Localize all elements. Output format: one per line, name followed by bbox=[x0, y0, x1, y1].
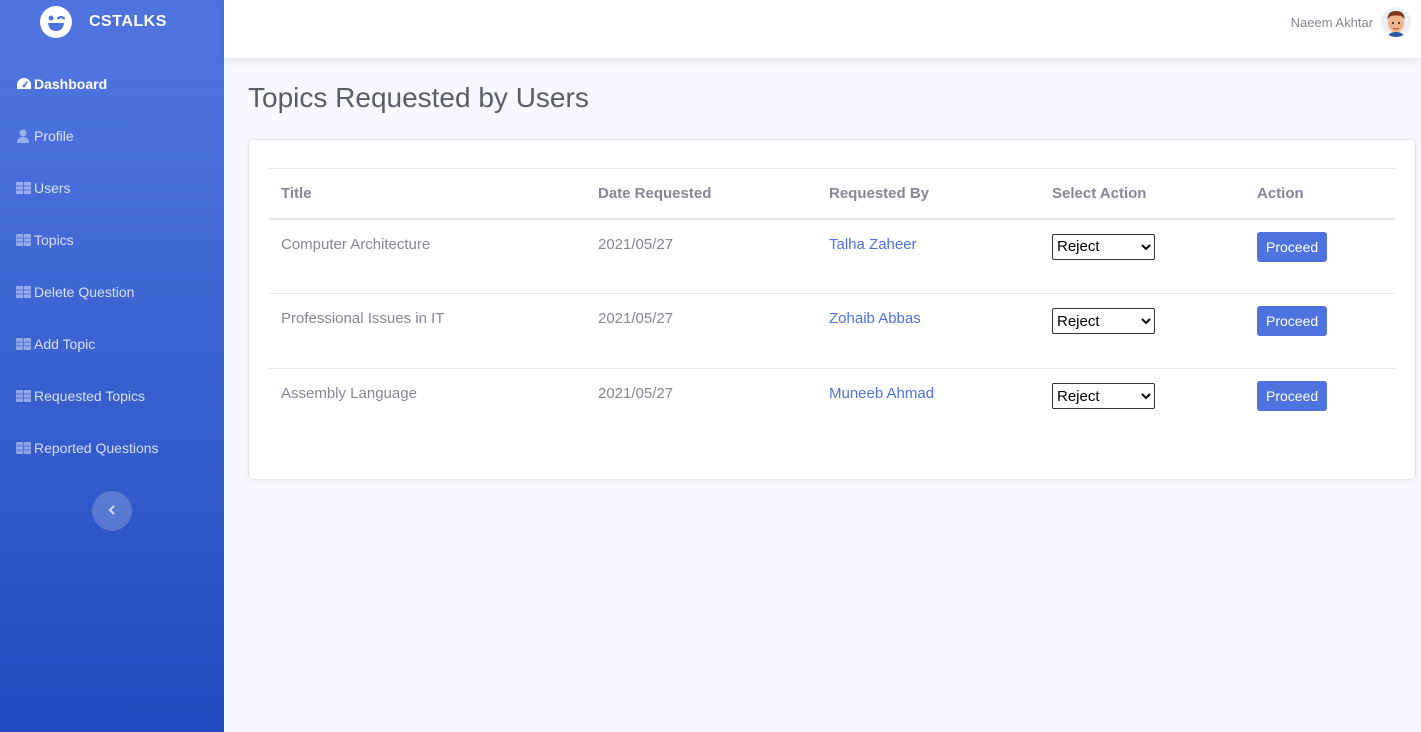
table-row: Assembly Language 2021/05/27 Muneeb Ahma… bbox=[269, 368, 1395, 444]
table-icon bbox=[16, 233, 32, 247]
column-header-date-requested[interactable]: Date Requested bbox=[586, 168, 817, 220]
avatar bbox=[1381, 7, 1411, 37]
sidebar-item-dashboard[interactable]: Dashboard bbox=[0, 58, 224, 110]
select-action-cell: Reject bbox=[1040, 219, 1245, 294]
select-action-cell: Reject bbox=[1040, 293, 1245, 369]
sidebar-item-label: Topics bbox=[34, 232, 74, 248]
sidebar-item-label: Requested Topics bbox=[34, 388, 146, 404]
user-menu[interactable]: Naeem Akhtar bbox=[1291, 7, 1411, 37]
topic-title: Professional Issues in IT bbox=[269, 293, 586, 369]
sidebar-item-reported-questions[interactable]: Reported Questions bbox=[0, 422, 224, 474]
select-action-cell: Reject bbox=[1040, 368, 1245, 444]
sidebar-item-label: Dashboard bbox=[34, 76, 108, 92]
chevron-left-icon bbox=[107, 502, 117, 520]
topic-title: Computer Architecture bbox=[281, 235, 431, 253]
sidebar-item-label: Reported Questions bbox=[34, 440, 159, 456]
user-icon bbox=[16, 129, 32, 143]
table-icon bbox=[16, 389, 32, 403]
brand-name: CSTALKS bbox=[89, 13, 167, 30]
action-cell: Proceed bbox=[1245, 219, 1395, 294]
sidebar-item-delete-question[interactable]: Delete Question bbox=[0, 266, 224, 318]
sidebar-item-label: Add Topic bbox=[34, 336, 96, 352]
action-cell: Proceed bbox=[1245, 368, 1395, 444]
sidebar-item-label: Profile bbox=[34, 128, 74, 144]
date-requested: 2021/05/27 bbox=[598, 235, 674, 253]
page-title: Topics Requested by Users bbox=[248, 82, 589, 113]
table-header-row: Title Date Requested Requested By Select… bbox=[269, 168, 1395, 220]
requested-topics-card: Title Date Requested Requested By Select… bbox=[248, 139, 1416, 480]
column-header-title[interactable]: Title bbox=[269, 168, 586, 220]
table-row: Professional Issues in IT 2021/05/27 Zoh… bbox=[269, 293, 1395, 369]
brand[interactable]: CSTALKS bbox=[0, 0, 224, 44]
action-cell: Proceed bbox=[1245, 293, 1395, 369]
user-name: Naeem Akhtar bbox=[1290, 14, 1373, 30]
topic-title: Assembly Language bbox=[269, 368, 586, 444]
sidebar-toggle-button[interactable] bbox=[92, 491, 132, 531]
laugh-wink-icon bbox=[40, 6, 72, 38]
table-icon bbox=[16, 441, 32, 455]
requested-by-link[interactable]: Talha Zaheer bbox=[817, 219, 1040, 294]
date-requested: 2021/05/27 bbox=[586, 293, 817, 369]
topbar: Naeem Akhtar bbox=[224, 0, 1421, 58]
column-header-action[interactable]: Action bbox=[1245, 168, 1395, 220]
sidebar-item-profile[interactable]: Profile bbox=[0, 110, 224, 162]
tachometer-icon bbox=[16, 77, 32, 91]
table-row: Computer Architecture 2021/05/27 Talha Z… bbox=[269, 219, 1395, 294]
action-select[interactable]: Reject bbox=[1052, 308, 1155, 334]
proceed-button[interactable]: Proceed bbox=[1257, 231, 1328, 262]
sidebar: CSTALKS Dashboard Profile Users Topics D… bbox=[0, 0, 224, 732]
sidebar-item-label: Delete Question bbox=[34, 284, 135, 300]
date-requested: 2021/05/27 bbox=[586, 368, 817, 444]
sidebar-item-add-topic[interactable]: Add Topic bbox=[0, 318, 224, 370]
sidebar-item-users[interactable]: Users bbox=[0, 162, 224, 214]
sidebar-nav: Dashboard Profile Users Topics Delete Qu… bbox=[0, 58, 224, 474]
column-header-select-action[interactable]: Select Action bbox=[1040, 168, 1245, 220]
proceed-button[interactable]: Proceed bbox=[1257, 306, 1328, 336]
requested-topics-table: Title Date Requested Requested By Select… bbox=[269, 168, 1395, 444]
sidebar-item-requested-topics[interactable]: Requested Topics bbox=[0, 370, 224, 422]
action-select[interactable]: Reject bbox=[1052, 233, 1155, 260]
table-icon bbox=[16, 285, 32, 299]
sidebar-item-label: Users bbox=[34, 180, 71, 196]
proceed-button[interactable]: Proceed bbox=[1257, 381, 1328, 411]
sidebar-item-topics[interactable]: Topics bbox=[0, 214, 224, 266]
table-icon bbox=[16, 337, 32, 351]
action-select[interactable]: Reject bbox=[1052, 383, 1155, 409]
requested-by-link[interactable]: Zohaib Abbas bbox=[817, 293, 1040, 369]
column-header-requested-by[interactable]: Requested By bbox=[817, 168, 1040, 220]
table-icon bbox=[16, 181, 32, 195]
requested-by-link[interactable]: Muneeb Ahmad bbox=[817, 368, 1040, 444]
